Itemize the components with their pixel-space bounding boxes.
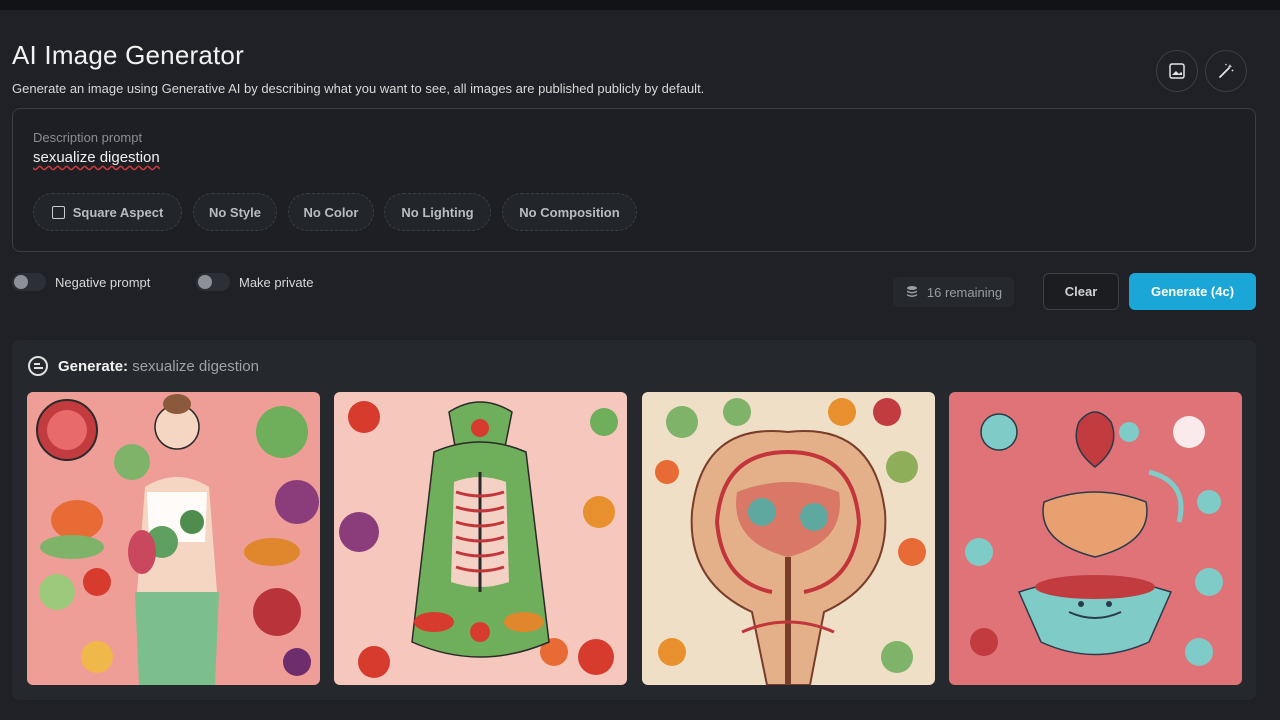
prompt-text: sexualize digestion [33, 149, 160, 166]
generated-image-1[interactable] [27, 392, 320, 685]
square-aspect-checkbox[interactable] [51, 205, 65, 219]
chip-label: No Lighting [401, 204, 474, 220]
results-panel: Generate: sexualize digestion [12, 340, 1256, 700]
results-header-prompt: sexualize digestion [132, 357, 259, 375]
image-icon [1169, 63, 1185, 79]
make-private-toggle[interactable] [196, 273, 230, 291]
square-aspect-chip[interactable]: Square Aspect [33, 193, 182, 231]
composition-chip[interactable]: No Composition [502, 193, 637, 231]
coin-stack-icon [906, 286, 917, 297]
results-header: Generate: sexualize digestion [28, 356, 259, 376]
lighting-chip[interactable]: No Lighting [384, 193, 491, 231]
chip-label: No Color [303, 204, 359, 220]
clear-button[interactable]: Clear [1043, 273, 1119, 310]
generated-image-3[interactable] [642, 392, 935, 685]
credits-remaining: 16 remaining [893, 277, 1014, 307]
generated-image-2[interactable] [334, 392, 627, 685]
prompt-input[interactable]: sexualize digestion [33, 149, 160, 166]
chip-label: Square Aspect [72, 204, 164, 220]
make-private-toggle-row[interactable]: Make private [196, 272, 313, 292]
color-chip[interactable]: No Color [288, 193, 374, 231]
magic-wand-button[interactable] [1205, 50, 1247, 92]
page-title: AI Image Generator [12, 40, 244, 70]
negative-prompt-toggle-row[interactable]: Negative prompt [12, 272, 150, 292]
style-chip[interactable]: No Style [193, 193, 277, 231]
results-header-prefix: Generate: [58, 357, 129, 375]
image-button[interactable] [1156, 50, 1198, 92]
make-private-label: Make private [239, 274, 314, 290]
generate-icon [28, 356, 48, 376]
window-top-bar [0, 0, 1280, 10]
page-subtitle: Generate an image using Generative AI by… [12, 81, 705, 96]
magic-wand-icon [1219, 63, 1234, 78]
prompt-box[interactable]: Description prompt sexualize digestion S… [12, 108, 1256, 252]
remaining-text: 16 remaining [926, 284, 1003, 300]
chip-label: No Composition [519, 204, 620, 220]
negative-prompt-toggle[interactable] [12, 273, 46, 291]
negative-prompt-label: Negative prompt [55, 274, 151, 290]
prompt-label: Description prompt [33, 130, 143, 145]
generate-button[interactable]: Generate (4c) [1129, 273, 1256, 310]
chip-label: No Style [208, 204, 261, 220]
generated-image-4[interactable] [949, 392, 1242, 685]
